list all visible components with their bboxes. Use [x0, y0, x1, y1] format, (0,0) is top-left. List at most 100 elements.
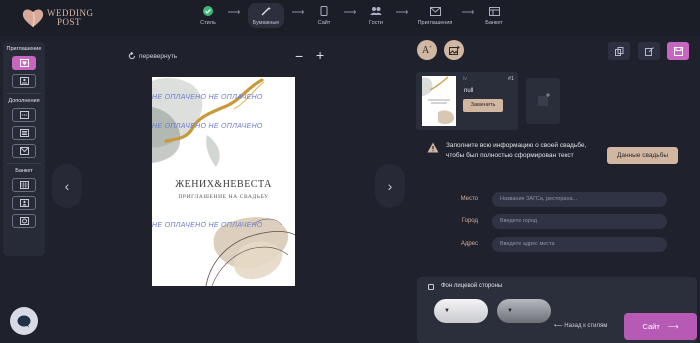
next-arrow-button[interactable]: ›	[375, 164, 405, 208]
address-label: Адрес	[460, 241, 478, 247]
chevron-right-icon: ›	[387, 178, 393, 194]
place-input[interactable]: Название ЗАГСа, ресторана...	[492, 192, 667, 207]
zoom-in-button[interactable]: +	[316, 47, 324, 63]
thumbnail-label: tv	[463, 76, 467, 82]
step-label: Приглашения	[417, 20, 453, 26]
notice-text: Заполните всю информацию о своей свадьбе…	[446, 142, 587, 159]
background-swatch-gray[interactable]: ▼	[497, 299, 551, 323]
watermark-text: НЕ ОПЛАЧЕНО НЕ ОПЛАЧЕНО	[152, 222, 263, 229]
rotate-label: перевернуть	[139, 52, 178, 60]
step-label: Сайт	[317, 20, 331, 26]
magic-wand-icon	[260, 5, 272, 17]
sidebar-item-addition-2[interactable]	[12, 126, 36, 140]
step-banquet[interactable]: Банкет	[482, 5, 506, 26]
more-dots-icon	[19, 111, 29, 119]
envelope-icon	[19, 147, 29, 155]
city-input[interactable]: Введите город	[492, 214, 667, 229]
wedding-data-button[interactable]: Данные свадьбы	[607, 147, 678, 164]
city-label: Город	[461, 218, 478, 224]
next-site-button[interactable]: Сайт ⟶	[624, 313, 697, 340]
watermark-text: НЕ ОПЛАЧЕНО НЕ ОПЛАЧЕНО	[152, 94, 263, 101]
sidebar-item-banquet-2[interactable]	[12, 196, 36, 210]
step-progress: Стиль ⟶ Бумажные ⟶ Сайт ⟶ Гости ⟶ Пригла…	[196, 3, 506, 28]
logo-text: WEDDING POST	[47, 9, 94, 27]
arrow-left-icon: ⟵	[554, 323, 565, 329]
background-label: Фон лицевой стороны	[441, 283, 503, 289]
chevron-left-icon: ‹	[64, 178, 70, 194]
card-back-icon	[19, 77, 29, 85]
save-icon	[673, 46, 683, 56]
guests-icon	[370, 5, 382, 17]
table-icon	[488, 5, 500, 17]
grid-icon	[19, 181, 29, 189]
save-tool-button[interactable]	[667, 42, 689, 60]
step-style[interactable]: Стиль	[196, 5, 220, 26]
logo[interactable]: WEDDING POST	[22, 8, 94, 28]
sidebar-item-invitation-back[interactable]	[12, 74, 36, 88]
rotate-icon	[128, 52, 135, 60]
next-label: Сайт	[642, 322, 660, 331]
add-design-slot[interactable]	[526, 78, 560, 124]
step-invitations[interactable]: Приглашения	[416, 5, 454, 26]
sidebar-title-additions: Дополнения	[8, 98, 40, 104]
step-label: Гости	[368, 20, 383, 26]
person-card-icon	[19, 199, 29, 207]
arrow-right-icon: ⟶	[291, 6, 305, 17]
chat-bubble-icon	[17, 315, 31, 327]
logo-line-2: POST	[57, 17, 82, 27]
heart-card-icon	[19, 59, 29, 67]
design-thumbnail	[422, 76, 456, 126]
back-to-styles-link[interactable]: ⟵ Назад к стилям	[554, 322, 607, 329]
arrow-right-icon: ⟶	[343, 6, 357, 17]
sidebar-item-addition-1[interactable]	[12, 108, 36, 122]
warning-icon	[427, 142, 439, 153]
replace-button[interactable]: Заменить	[463, 99, 503, 112]
top-bar: WEDDING POST Стиль ⟶ Бумажные ⟶ Сайт ⟶ Г…	[0, 0, 700, 36]
arrow-right-icon: ⟶	[227, 6, 241, 17]
sidebar-divider	[7, 163, 41, 164]
thumbnail-artwork	[422, 76, 454, 125]
sidebar-title-banquet: Банкет	[15, 168, 33, 174]
edit-tool-button[interactable]	[638, 42, 660, 60]
arrow-right-icon: ⟶	[667, 322, 679, 331]
heart-logo-icon	[22, 9, 44, 28]
background-swatch-light[interactable]: ▼	[434, 299, 488, 323]
watermark-text: НЕ ОПЛАЧЕНО НЕ ОПЛАЧЕНО	[152, 123, 263, 130]
envelope-icon	[429, 5, 441, 17]
design-thumbnail-card[interactable]: tv #1 null Заменить	[416, 72, 518, 130]
edit-icon	[644, 46, 654, 56]
list-icon	[19, 129, 29, 137]
duplicate-tool-button[interactable]	[608, 42, 630, 60]
add-text-button[interactable]: A+	[417, 40, 437, 60]
sidebar-item-banquet-3[interactable]	[12, 214, 36, 228]
check-icon	[202, 5, 214, 17]
zoom-out-button[interactable]: −	[295, 48, 303, 64]
sidebar-divider	[7, 93, 41, 94]
left-sidebar: Приглашение Дополнения Банкет	[3, 42, 45, 256]
step-guests[interactable]: Гости	[364, 5, 388, 26]
invitation-card-preview[interactable]: НЕ ОПЛАЧЕНО НЕ ОПЛАЧЕНО НЕ ОПЛАЧЕНО НЕ О…	[152, 77, 295, 286]
arrow-right-icon: ⟶	[395, 6, 409, 17]
arrow-right-icon: ⟶	[461, 6, 475, 17]
chat-widget-button[interactable]	[10, 307, 38, 335]
sidebar-item-invitation[interactable]	[12, 56, 36, 70]
add-square-icon	[538, 93, 550, 106]
rotate-button[interactable]: перевернуть	[128, 52, 177, 60]
step-paper[interactable]: Бумажные	[248, 3, 284, 28]
step-site[interactable]: Сайт	[312, 5, 336, 26]
step-label: Банкет	[485, 20, 503, 26]
back-label: Назад к стилям	[564, 323, 608, 329]
couple-names: ЖЕНИХ&НЕВЕСТА	[175, 179, 272, 190]
background-checkbox[interactable]	[428, 284, 434, 290]
sidebar-item-banquet-1[interactable]	[12, 178, 36, 192]
app-root: WEDDING POST Стиль ⟶ Бумажные ⟶ Сайт ⟶ Г…	[0, 0, 700, 343]
step-label: Бумажные	[252, 20, 280, 26]
prev-arrow-button[interactable]: ‹	[52, 164, 82, 208]
caret-down-icon: ▼	[507, 308, 513, 314]
caret-down-icon: ▼	[444, 308, 450, 314]
sidebar-item-addition-3[interactable]	[12, 144, 36, 158]
thumbnail-number: #1	[508, 76, 515, 82]
address-input[interactable]: Введите адрес места	[492, 237, 667, 252]
add-image-button[interactable]	[444, 40, 464, 60]
place-label: Место	[460, 196, 478, 202]
